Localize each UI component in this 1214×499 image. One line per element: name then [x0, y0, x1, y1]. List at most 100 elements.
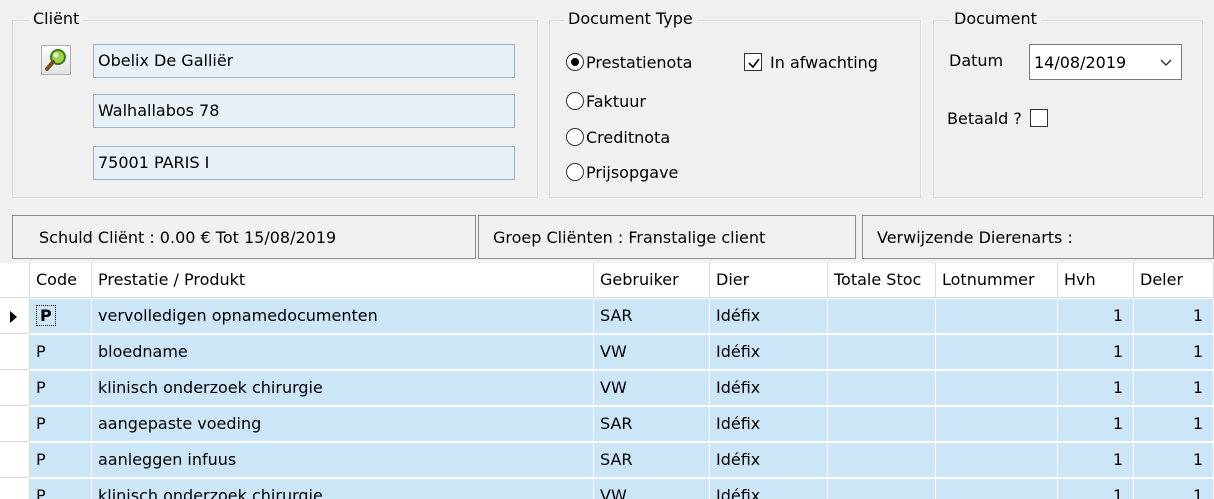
client-name-field[interactable]: Obelix De Galliër	[93, 44, 515, 78]
cell-lot[interactable]	[936, 479, 1058, 499]
checkbox-unchecked-indicator	[1029, 109, 1048, 127]
column-header-product[interactable]: Prestatie / Produkt	[92, 263, 594, 298]
row-indicator	[0, 443, 30, 478]
cell-code[interactable]: P	[30, 299, 92, 334]
radio-creditnota-label: Creditnota	[586, 127, 671, 147]
cell-product[interactable]: aanleggen infuus	[92, 443, 594, 478]
cell-stock[interactable]	[828, 479, 936, 499]
radio-prijsopgave[interactable]: Prijsopgave	[566, 160, 678, 184]
radio-faktuur-label: Faktuur	[586, 91, 646, 111]
datum-picker[interactable]: 14/08/2019	[1029, 44, 1182, 80]
cell-user[interactable]: VW	[594, 479, 710, 499]
cell-lot[interactable]	[936, 371, 1058, 406]
cell-user[interactable]: VW	[594, 335, 710, 370]
checkbox-in-afwachting[interactable]: In afwachting	[744, 50, 878, 74]
cell-code[interactable]: P	[30, 407, 92, 442]
status-bar: Schuld Cliënt : 0.00 € Tot 15/08/2019 Gr…	[0, 215, 1214, 259]
cell-animal[interactable]: Idéfix	[710, 443, 828, 478]
cell-stock[interactable]	[828, 371, 936, 406]
cell-qty[interactable]: 1	[1058, 371, 1134, 406]
radio-creditnota[interactable]: Creditnota	[566, 125, 670, 149]
current-row-pointer-icon	[10, 311, 17, 323]
table-row[interactable]: P bloedname VW Idéfix 1 1	[0, 335, 1214, 370]
cell-qty[interactable]: 1	[1058, 299, 1134, 334]
cell-code-value: P	[36, 305, 56, 326]
cell-divider[interactable]: 1	[1134, 299, 1214, 334]
radio-selected-indicator	[566, 53, 584, 71]
radio-faktuur[interactable]: Faktuur	[566, 89, 646, 113]
cell-product[interactable]: klinisch onderzoek chirurgie	[92, 371, 594, 406]
radio-unselected-indicator	[566, 128, 584, 146]
table-row[interactable]: P aangepaste voeding SAR Idéfix 1 1	[0, 407, 1214, 442]
prestaties-grid[interactable]: Code Prestatie / Produkt Gebruiker Dier …	[0, 263, 1214, 499]
cell-animal[interactable]: Idéfix	[710, 479, 828, 499]
cell-animal[interactable]: Idéfix	[710, 335, 828, 370]
cell-product[interactable]: bloedname	[92, 335, 594, 370]
cell-product[interactable]: klinisch onderzoek chirurgie	[92, 479, 594, 499]
cell-user[interactable]: SAR	[594, 407, 710, 442]
status-client-group: Groep Cliënten : Franstalige client	[478, 215, 856, 259]
row-indicator	[0, 407, 30, 442]
column-header-animal[interactable]: Dier	[710, 263, 828, 298]
cell-divider[interactable]: 1	[1134, 407, 1214, 442]
cell-code[interactable]: P	[30, 335, 92, 370]
cell-lot[interactable]	[936, 443, 1058, 478]
cell-qty[interactable]: 1	[1058, 407, 1134, 442]
cell-code[interactable]: P	[30, 479, 92, 499]
cell-qty[interactable]: 1	[1058, 479, 1134, 499]
client-search-button[interactable]	[41, 45, 71, 75]
cell-user[interactable]: SAR	[594, 299, 710, 334]
checkbox-betaald[interactable]: Betaald ?	[947, 106, 1056, 130]
client-city-field[interactable]: 75001 PARIS I	[93, 146, 515, 180]
row-indicator	[0, 371, 30, 406]
table-row[interactable]: P aanleggen infuus SAR Idéfix 1 1	[0, 443, 1214, 478]
radio-unselected-indicator	[566, 92, 584, 110]
status-referring-vet: Verwijzende Dierenarts :	[862, 215, 1214, 259]
radio-prestatienota-label: Prestatienota	[586, 52, 693, 72]
cell-stock[interactable]	[828, 335, 936, 370]
cell-qty[interactable]: 1	[1058, 443, 1134, 478]
cell-stock[interactable]	[828, 443, 936, 478]
cell-lot[interactable]	[936, 335, 1058, 370]
cell-divider[interactable]: 1	[1134, 443, 1214, 478]
cell-qty[interactable]: 1	[1058, 335, 1134, 370]
cell-divider[interactable]: 1	[1134, 335, 1214, 370]
cell-animal[interactable]: Idéfix	[710, 407, 828, 442]
grid-header-indicator	[0, 263, 30, 298]
client-group-title: Cliënt	[29, 9, 84, 29]
checkbox-in-afwachting-label: In afwachting	[770, 52, 878, 72]
cell-product[interactable]: vervolledigen opnamedocumenten	[92, 299, 594, 334]
cell-user[interactable]: VW	[594, 371, 710, 406]
column-header-qty[interactable]: Hvh	[1058, 263, 1134, 298]
column-header-user[interactable]: Gebruiker	[594, 263, 710, 298]
table-row[interactable]: P vervolledigen opnamedocumenten SAR Idé…	[0, 299, 1214, 334]
cell-stock[interactable]	[828, 407, 936, 442]
radio-prijsopgave-label: Prijsopgave	[586, 162, 679, 182]
table-row[interactable]: P klinisch onderzoek chirurgie VW Idéfix…	[0, 479, 1214, 499]
cell-user[interactable]: SAR	[594, 443, 710, 478]
client-street-field[interactable]: Walhallabos 78	[93, 94, 515, 128]
cell-divider[interactable]: 1	[1134, 371, 1214, 406]
table-row[interactable]: P klinisch onderzoek chirurgie VW Idéfix…	[0, 371, 1214, 406]
cell-stock[interactable]	[828, 299, 936, 334]
cell-animal[interactable]: Idéfix	[710, 299, 828, 334]
cell-product[interactable]: aangepaste voeding	[92, 407, 594, 442]
column-header-stock[interactable]: Totale Stoc	[828, 263, 936, 298]
cell-code[interactable]: P	[30, 443, 92, 478]
column-header-code[interactable]: Code	[30, 263, 92, 298]
magnifier-icon	[45, 49, 66, 71]
document-group-title: Document	[950, 9, 1041, 29]
cell-code[interactable]: P	[30, 371, 92, 406]
cell-lot[interactable]	[936, 299, 1058, 334]
checkmark-icon	[748, 58, 760, 69]
chevron-down-icon	[1160, 59, 1172, 66]
cell-divider[interactable]: 1	[1134, 479, 1214, 499]
radio-prestatienota[interactable]: Prestatienota	[566, 50, 692, 74]
radio-unselected-indicator	[566, 163, 584, 181]
column-header-lot[interactable]: Lotnummer	[936, 263, 1058, 298]
grid-header-row: Code Prestatie / Produkt Gebruiker Dier …	[0, 263, 1214, 298]
cell-lot[interactable]	[936, 407, 1058, 442]
cell-animal[interactable]: Idéfix	[710, 371, 828, 406]
column-header-divider[interactable]: Deler	[1134, 263, 1214, 298]
row-indicator	[0, 335, 30, 370]
